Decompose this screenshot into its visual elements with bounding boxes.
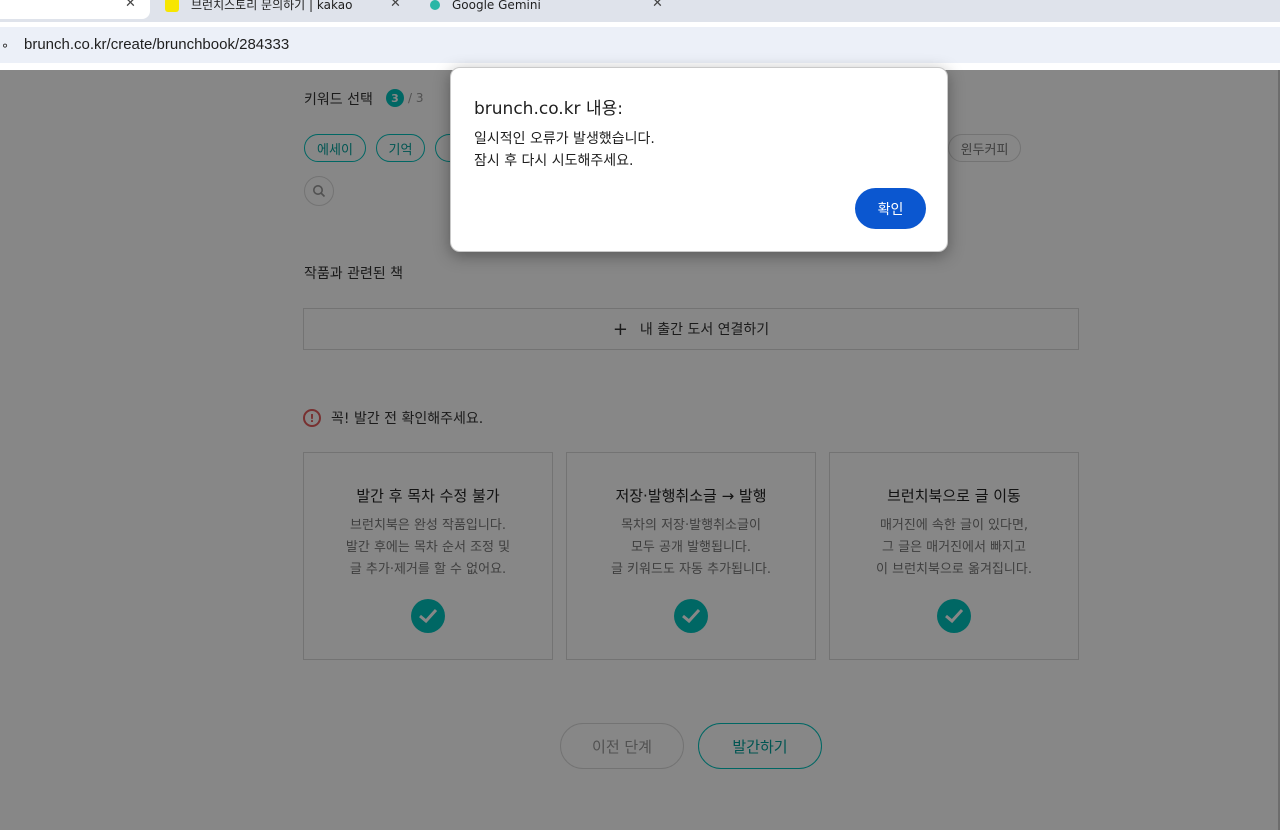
alert-dialog: brunch.co.kr 내용: 일시적인 오류가 발생했습니다. 잠시 후 다… <box>450 67 948 252</box>
tab-strip: ✕ 브런치스토리 문의하기 | kakao ✕ Google Gemini ✕ <box>0 0 1280 22</box>
tab-gemini-title: Google Gemini <box>452 0 541 12</box>
tab-active[interactable]: ✕ <box>0 0 150 19</box>
url-bar[interactable]: ⚬ brunch.co.kr/create/brunchbook/284333 <box>0 27 1280 63</box>
gemini-icon <box>430 0 440 10</box>
tab-close-icon[interactable]: ✕ <box>125 0 136 10</box>
tab-close-icon[interactable]: ✕ <box>652 0 663 10</box>
tab-kakao[interactable]: 브런치스토리 문의하기 | kakao ✕ <box>165 0 415 14</box>
dialog-origin: brunch.co.kr 내용: <box>474 99 623 119</box>
dialog-message-line: 잠시 후 다시 시도해주세요. <box>474 153 634 169</box>
tab-close-icon[interactable]: ✕ <box>390 0 401 10</box>
site-info-icon[interactable]: ⚬ <box>0 39 10 53</box>
kakao-icon <box>165 0 179 12</box>
url-text[interactable]: brunch.co.kr/create/brunchbook/284333 <box>24 36 289 53</box>
dialog-message-line: 일시적인 오류가 발생했습니다. <box>474 131 655 147</box>
tab-kakao-title: 브런치스토리 문의하기 | kakao <box>191 0 353 12</box>
dialog-ok-button[interactable]: 확인 <box>855 188 926 229</box>
tab-gemini[interactable]: Google Gemini ✕ <box>430 0 680 14</box>
